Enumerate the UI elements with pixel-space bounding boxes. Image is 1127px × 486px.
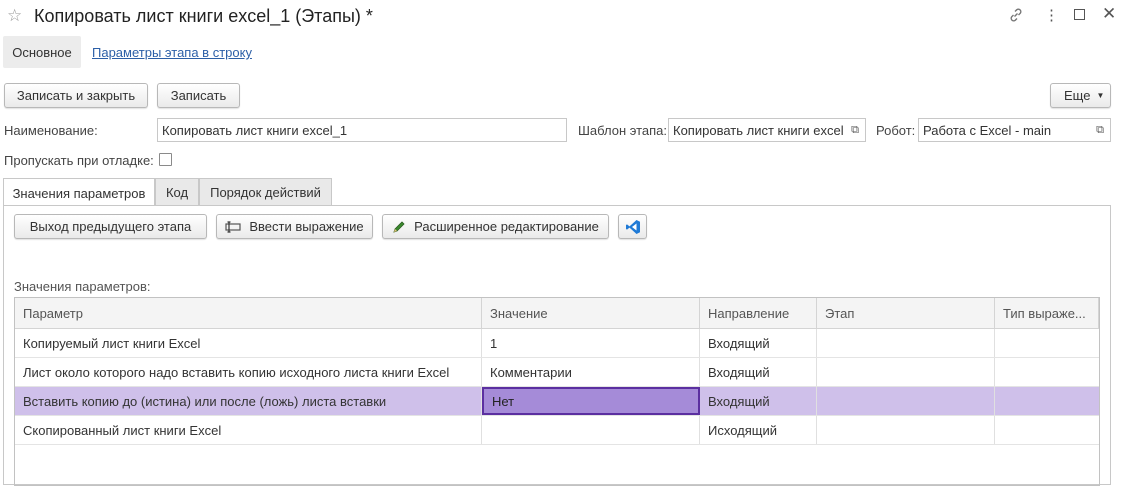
favorite-star-icon[interactable]: ☆ xyxy=(7,6,22,26)
params-table: Параметр Значение Направление Этап Тип в… xyxy=(14,297,1100,486)
column-header-direction[interactable]: Направление xyxy=(700,298,817,328)
stage-cell[interactable] xyxy=(817,416,995,444)
stage-cell[interactable] xyxy=(817,329,995,357)
skip-debug-checkbox[interactable] xyxy=(159,153,172,166)
value-cell[interactable]: Комментарии xyxy=(482,358,700,386)
stage-cell[interactable] xyxy=(817,387,995,415)
column-header-expr-type[interactable]: Тип выраже... xyxy=(995,298,1099,328)
table-row[interactable]: Лист около которого надо вставить копию … xyxy=(15,358,1099,387)
tab-action-order[interactable]: Порядок действий xyxy=(199,178,332,206)
direction-cell[interactable]: Входящий xyxy=(700,387,817,415)
robot-value: Работа с Excel - main xyxy=(923,123,1052,138)
table-header: Параметр Значение Направление Этап Тип в… xyxy=(15,298,1099,329)
table-empty-area xyxy=(15,445,1099,485)
value-cell[interactable]: 1 xyxy=(482,329,700,357)
column-header-parameter[interactable]: Параметр xyxy=(15,298,482,328)
template-value: Копировать лист книги excel xyxy=(673,123,844,138)
stage-cell[interactable] xyxy=(817,358,995,386)
window-title: Копировать лист книги excel_1 (Этапы) * xyxy=(34,6,373,26)
vscode-icon xyxy=(625,219,640,234)
more-button-label: Еще xyxy=(1064,88,1091,103)
tab-param-values[interactable]: Значения параметров xyxy=(3,178,155,207)
table-row-selected[interactable]: Вставить копию до (истина) или после (ло… xyxy=(15,387,1099,416)
template-field[interactable]: Копировать лист книги excel xyxy=(668,118,866,142)
enter-expression-label: Ввести выражение xyxy=(249,219,364,234)
open-robot-icon[interactable]: ⧉ xyxy=(1090,119,1110,141)
tab-main[interactable]: Основное xyxy=(3,36,81,68)
direction-cell[interactable]: Входящий xyxy=(700,358,817,386)
robot-label: Робот: xyxy=(876,123,916,138)
param-cell[interactable]: Лист около которого надо вставить копию … xyxy=(15,358,482,386)
more-vert-icon[interactable]: ⋮ xyxy=(1044,6,1059,24)
expr-type-cell[interactable] xyxy=(995,416,1099,444)
value-cell-focused[interactable]: Нет xyxy=(482,387,700,415)
save-and-close-button[interactable]: Записать и закрыть xyxy=(4,83,148,108)
param-cell[interactable]: Скопированный лист книги Excel xyxy=(15,416,482,444)
pencil-icon xyxy=(393,220,405,233)
advanced-edit-label: Расширенное редактирование xyxy=(414,219,599,234)
maximize-icon[interactable] xyxy=(1074,9,1085,20)
direction-cell[interactable]: Входящий xyxy=(700,329,817,357)
expr-type-cell[interactable] xyxy=(995,358,1099,386)
advanced-edit-button[interactable]: Расширенное редактирование xyxy=(382,214,609,239)
name-field[interactable]: Копировать лист книги excel_1 xyxy=(157,118,567,142)
params-section-label: Значения параметров: xyxy=(14,279,151,294)
prev-stage-output-button[interactable]: Выход предыдущего этапа xyxy=(14,214,207,239)
save-button[interactable]: Записать xyxy=(157,83,240,108)
expr-type-cell[interactable] xyxy=(995,387,1099,415)
column-header-value[interactable]: Значение xyxy=(482,298,700,328)
skip-debug-label: Пропускать при отладке: xyxy=(4,153,154,168)
column-header-stage[interactable]: Этап xyxy=(817,298,995,328)
robot-field[interactable]: Работа с Excel - main xyxy=(918,118,1111,142)
tab-params-inline-link[interactable]: Параметры этапа в строку xyxy=(92,45,252,60)
link-icon[interactable] xyxy=(1008,7,1024,23)
direction-cell[interactable]: Исходящий xyxy=(700,416,817,444)
chevron-down-icon: ▼ xyxy=(1096,91,1105,100)
expression-icon xyxy=(225,220,241,233)
enter-expression-button[interactable]: Ввести выражение xyxy=(216,214,373,239)
table-row[interactable]: Скопированный лист книги Excel Исходящий xyxy=(15,416,1099,445)
table-row[interactable]: Копируемый лист книги Excel 1 Входящий xyxy=(15,329,1099,358)
close-icon[interactable]: ✕ xyxy=(1102,4,1116,24)
value-cell[interactable] xyxy=(482,416,700,444)
name-label: Наименование: xyxy=(4,123,98,138)
param-cell[interactable]: Вставить копию до (истина) или после (ло… xyxy=(15,387,482,415)
tab-code[interactable]: Код xyxy=(155,178,199,206)
template-label: Шаблон этапа: xyxy=(578,123,668,138)
expr-type-cell[interactable] xyxy=(995,329,1099,357)
vscode-button[interactable] xyxy=(618,214,647,239)
open-template-icon[interactable]: ⧉ xyxy=(845,119,865,141)
param-cell[interactable]: Копируемый лист книги Excel xyxy=(15,329,482,357)
more-button[interactable]: Еще ▼ xyxy=(1050,83,1111,108)
